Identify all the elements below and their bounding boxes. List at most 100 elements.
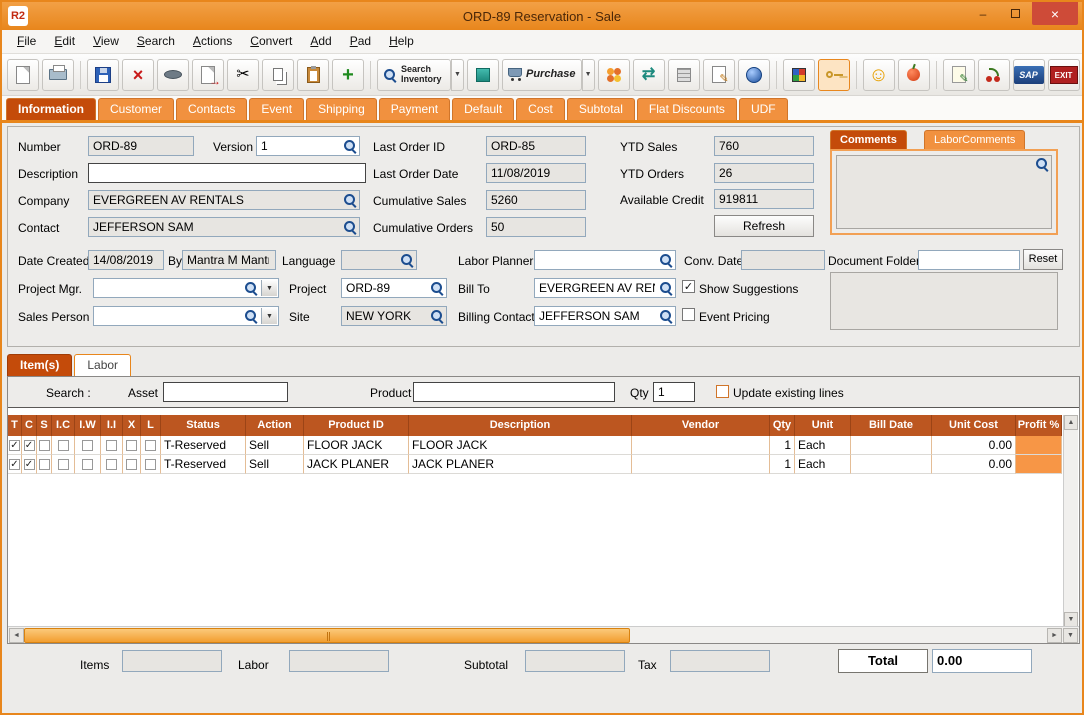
menu-search[interactable]: Search bbox=[128, 30, 184, 53]
col-product-id[interactable]: Product ID bbox=[304, 415, 409, 436]
row2-vendor[interactable] bbox=[632, 455, 770, 474]
checkbox[interactable] bbox=[58, 459, 69, 470]
app-icon[interactable]: R2 bbox=[8, 6, 28, 26]
row1-qty[interactable]: 1 bbox=[770, 436, 795, 455]
tab-shipping[interactable]: Shipping bbox=[306, 98, 377, 120]
row2-action[interactable]: Sell bbox=[246, 455, 304, 474]
save-button[interactable] bbox=[87, 59, 119, 91]
scroll-up-button[interactable]: ▲ bbox=[1064, 415, 1078, 430]
bill-to-search-icon[interactable] bbox=[659, 281, 673, 295]
col-t[interactable]: T bbox=[8, 415, 22, 436]
row2-check-iw[interactable] bbox=[75, 455, 101, 474]
row2-check-x[interactable] bbox=[123, 455, 141, 474]
asset-input[interactable] bbox=[163, 382, 288, 402]
col-vendor[interactable]: Vendor bbox=[632, 415, 770, 436]
row2-check-l[interactable] bbox=[141, 455, 161, 474]
inventory-cube-button[interactable] bbox=[467, 59, 499, 91]
row1-check-iw[interactable] bbox=[75, 436, 101, 455]
col-c[interactable]: C bbox=[22, 415, 37, 436]
search-inventory-dropdown[interactable]: ▼ bbox=[451, 59, 464, 91]
checkbox[interactable] bbox=[82, 440, 93, 451]
transfer-button[interactable]: ⇄ bbox=[633, 59, 665, 91]
col-profit[interactable]: Profit % bbox=[1016, 415, 1062, 436]
print-button[interactable] bbox=[42, 59, 74, 91]
row2-bill-date[interactable] bbox=[851, 455, 932, 474]
key-button[interactable] bbox=[818, 59, 850, 91]
col-action[interactable]: Action bbox=[246, 415, 304, 436]
tab-contacts[interactable]: Contacts bbox=[176, 98, 247, 120]
project-mgr-search-icon[interactable] bbox=[244, 281, 258, 295]
bill-to-field[interactable]: EVERGREEN AV RENTALS bbox=[534, 278, 676, 298]
copy-button[interactable] bbox=[262, 59, 294, 91]
sales-person-dropdown-icon[interactable]: ▼ bbox=[261, 308, 277, 324]
col-unit-cost[interactable]: Unit Cost bbox=[932, 415, 1016, 436]
comments-textarea[interactable] bbox=[836, 155, 1052, 229]
comments-tab[interactable]: Comments bbox=[830, 130, 907, 149]
rubiks-cube-button[interactable] bbox=[783, 59, 815, 91]
close-button[interactable]: × bbox=[1032, 2, 1078, 25]
product-input[interactable] bbox=[413, 382, 615, 402]
scroll-left-button[interactable]: ◄ bbox=[9, 628, 24, 643]
row2-unit[interactable]: Each bbox=[795, 455, 851, 474]
row1-profit[interactable] bbox=[1016, 436, 1062, 455]
row2-unit-cost[interactable]: 0.00 bbox=[932, 455, 1016, 474]
delete-button[interactable]: × bbox=[122, 59, 154, 91]
tab-default[interactable]: Default bbox=[452, 98, 514, 120]
purchase-dropdown[interactable]: ▼ bbox=[582, 59, 595, 91]
row1-check-t[interactable]: ✓ bbox=[8, 436, 22, 455]
company-field[interactable]: EVERGREEN AV RENTALS bbox=[88, 190, 360, 210]
checkbox[interactable] bbox=[145, 440, 156, 451]
horizontal-scroll-thumb[interactable] bbox=[24, 628, 630, 643]
table-row[interactable]: ✓ ✓ T-Reserved Sell JACK PLANER JACK PLA… bbox=[8, 455, 1062, 474]
grid-button[interactable] bbox=[668, 59, 700, 91]
project-mgr-combo[interactable]: ▼ bbox=[93, 278, 279, 298]
labor-comments-tab[interactable]: LaborComments bbox=[924, 130, 1025, 149]
row1-product-id[interactable]: FLOOR JACK bbox=[304, 436, 409, 455]
col-x[interactable]: X bbox=[123, 415, 141, 436]
scroll-corner-button[interactable]: ▼ bbox=[1063, 628, 1078, 643]
version-search-icon[interactable] bbox=[343, 139, 357, 153]
menu-file[interactable]: File bbox=[8, 30, 45, 53]
checkbox[interactable] bbox=[58, 440, 69, 451]
site-search-icon[interactable] bbox=[430, 309, 444, 323]
menu-add[interactable]: Add bbox=[301, 30, 340, 53]
menu-actions[interactable]: Actions bbox=[184, 30, 241, 53]
checkbox[interactable] bbox=[106, 440, 117, 451]
edit-document-button[interactable] bbox=[703, 59, 735, 91]
row1-check-c[interactable]: ✓ bbox=[22, 436, 37, 455]
version-field[interactable]: 1 bbox=[256, 136, 360, 156]
table-row[interactable]: ✓ ✓ T-Reserved Sell FLOOR JACK FLOOR JAC… bbox=[8, 436, 1062, 455]
row1-unit[interactable]: Each bbox=[795, 436, 851, 455]
col-qty[interactable]: Qty bbox=[770, 415, 795, 436]
billing-contact-search-icon[interactable] bbox=[659, 309, 673, 323]
row1-vendor[interactable] bbox=[632, 436, 770, 455]
checkbox[interactable]: ✓ bbox=[24, 440, 35, 451]
scroll-down-button[interactable]: ▼ bbox=[1064, 612, 1078, 627]
checkbox[interactable] bbox=[126, 459, 137, 470]
preview-button[interactable] bbox=[157, 59, 189, 91]
col-bill-date[interactable]: Bill Date bbox=[851, 415, 932, 436]
row2-check-t[interactable]: ✓ bbox=[8, 455, 22, 474]
notes-button[interactable] bbox=[943, 59, 975, 91]
row2-check-ic[interactable] bbox=[52, 455, 75, 474]
row2-product-id[interactable]: JACK PLANER bbox=[304, 455, 409, 474]
row2-qty[interactable]: 1 bbox=[770, 455, 795, 474]
row1-check-l[interactable] bbox=[141, 436, 161, 455]
horizontal-scrollbar[interactable]: ◄ ► ▼ bbox=[8, 626, 1079, 643]
contacts-button[interactable] bbox=[598, 59, 630, 91]
col-description[interactable]: Description bbox=[409, 415, 632, 436]
checkbox[interactable] bbox=[145, 459, 156, 470]
document-folder-input[interactable] bbox=[918, 250, 1020, 270]
tab-labor[interactable]: Labor bbox=[74, 354, 131, 376]
reset-button[interactable]: Reset bbox=[1023, 249, 1063, 270]
col-unit[interactable]: Unit bbox=[795, 415, 851, 436]
add-line-button[interactable]: + bbox=[332, 59, 364, 91]
update-existing-checkbox[interactable] bbox=[716, 385, 729, 398]
row1-check-s[interactable] bbox=[37, 436, 52, 455]
export-button[interactable]: → bbox=[192, 59, 224, 91]
checkbox[interactable] bbox=[126, 440, 137, 451]
cherries-button[interactable] bbox=[978, 59, 1010, 91]
minimize-button[interactable]: – bbox=[968, 2, 998, 25]
scroll-right-button[interactable]: ► bbox=[1047, 628, 1062, 643]
company-search-icon[interactable] bbox=[343, 193, 357, 207]
